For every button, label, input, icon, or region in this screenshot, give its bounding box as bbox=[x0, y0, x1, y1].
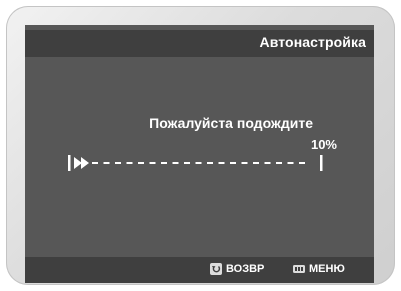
osd-screen: Автонастройка Пожалуйста подождите 10% В… bbox=[25, 25, 374, 283]
footer-bar: ВОЗВР МЕНЮ bbox=[25, 257, 374, 283]
progress-dash bbox=[241, 162, 248, 164]
progress-dash bbox=[172, 162, 179, 164]
progress-end-mark bbox=[320, 155, 323, 171]
progress-start-mark bbox=[68, 155, 71, 171]
progress-percent: 10% bbox=[310, 137, 337, 152]
progress-dash bbox=[207, 162, 213, 164]
progress-track bbox=[92, 162, 305, 164]
progress-dash bbox=[218, 162, 225, 164]
progress-dash bbox=[184, 162, 190, 164]
progress-dash bbox=[126, 162, 133, 164]
progress-dash bbox=[276, 162, 282, 164]
progress-dash bbox=[230, 162, 236, 164]
progress-dash bbox=[103, 162, 110, 164]
return-icon bbox=[210, 263, 222, 275]
progress-dash bbox=[195, 162, 202, 164]
menu-hint[interactable]: МЕНЮ bbox=[293, 263, 345, 275]
page-title: Автонастройка bbox=[259, 34, 366, 50]
progress-dash bbox=[253, 162, 259, 164]
progress-dash bbox=[149, 162, 156, 164]
tv-frame: Автонастройка Пожалуйста подождите 10% В… bbox=[0, 0, 401, 291]
title-bar: Автонастройка bbox=[25, 30, 374, 57]
progress-bar bbox=[68, 155, 323, 171]
progress-dash bbox=[299, 162, 305, 164]
progress-dash bbox=[287, 162, 294, 164]
menu-icon bbox=[293, 265, 305, 273]
progress-dash bbox=[92, 162, 98, 164]
progress-dash bbox=[138, 162, 144, 164]
wait-message: Пожалуйста подождите bbox=[149, 115, 313, 131]
menu-label: МЕНЮ bbox=[309, 263, 345, 275]
progress-dash bbox=[161, 162, 167, 164]
back-label: ВОЗВР bbox=[226, 263, 265, 275]
progress-dash bbox=[264, 162, 271, 164]
fast-forward-icon bbox=[74, 157, 89, 169]
progress-dash bbox=[115, 162, 121, 164]
back-hint[interactable]: ВОЗВР bbox=[210, 263, 264, 275]
